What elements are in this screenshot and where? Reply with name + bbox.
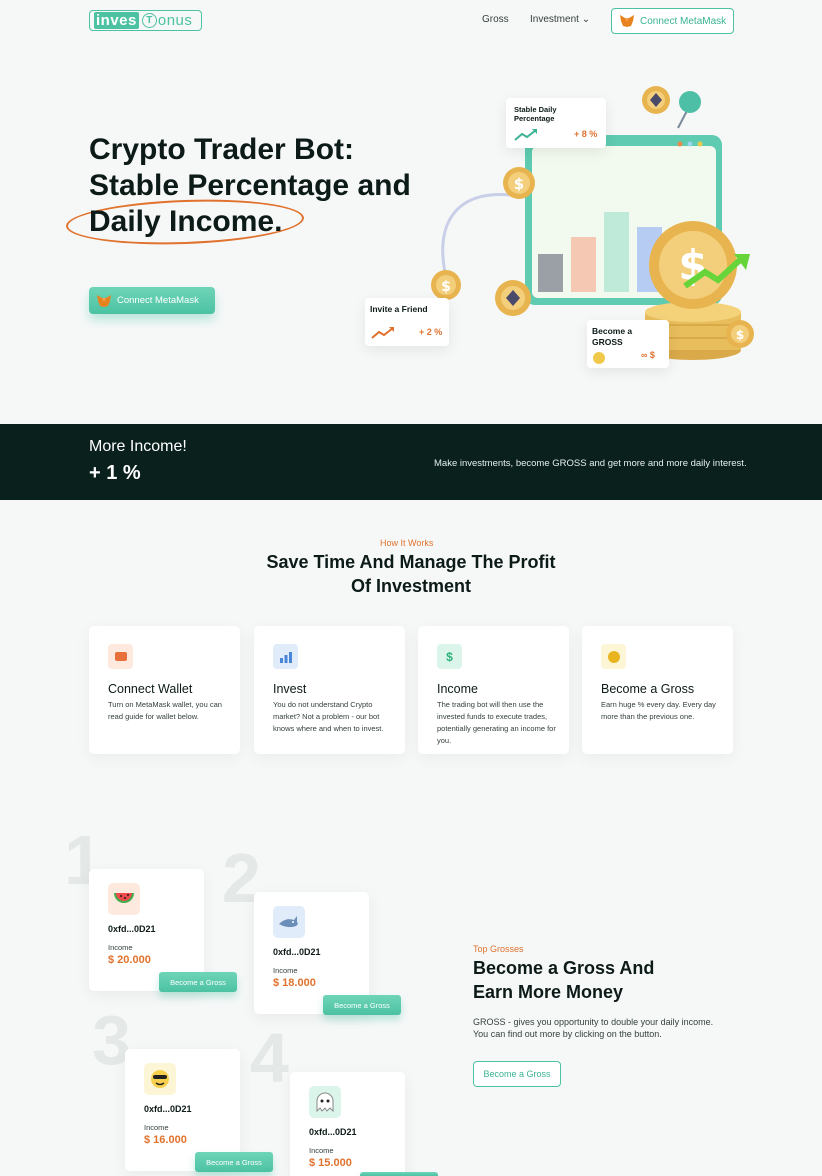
- step-desc: Earn huge % every day. Every day more th…: [601, 700, 716, 721]
- step-desc: Turn on MetaMask wallet, you can read gu…: [108, 700, 222, 721]
- bar-chart-icon: [273, 644, 298, 669]
- become-gross-button-4[interactable]: [360, 1172, 438, 1176]
- how-it-works-kicker: How It Works: [380, 538, 434, 548]
- cool-face-icon: [144, 1063, 176, 1095]
- hero-connect-metamask-button[interactable]: Connect MetaMask: [89, 287, 215, 314]
- how-title-line-1: Save Time And Manage The Profit: [266, 552, 556, 572]
- medal-icon: [593, 352, 605, 364]
- gross-address: 0xfd...0D21: [144, 1104, 192, 1114]
- gross-income-value: $ 15.000: [309, 1157, 352, 1169]
- step-desc: The trading bot will then use the invest…: [437, 700, 556, 745]
- become-gross-button-1[interactable]: Become a Gross: [159, 972, 237, 992]
- step-card-income: $ Income The trading bot will then use t…: [418, 626, 569, 754]
- step-desc: You do not understand Crypto market? Not…: [273, 700, 384, 733]
- step-card-invest: Invest You do not understand Crypto mark…: [254, 626, 405, 754]
- gross-income-value: $ 18.000: [273, 977, 316, 989]
- step-title: Connect Wallet: [108, 682, 193, 696]
- nav-link-investment[interactable]: Investment ⌄: [530, 14, 590, 25]
- become-gross-main-button[interactable]: Become a Gross: [473, 1061, 561, 1087]
- logo-text-left: inves: [94, 12, 139, 29]
- svg-text:$: $: [514, 175, 524, 193]
- gross-address: 0xfd...0D21: [273, 947, 321, 957]
- gross-income-value: $ 20.000: [108, 954, 151, 966]
- step-title: Become a Gross: [601, 682, 695, 696]
- step-title: Invest: [273, 682, 307, 696]
- banner-heading: More Income!: [89, 438, 187, 455]
- svg-text:$: $: [736, 328, 744, 342]
- hero-illustration: $ $ $ $ Stable Daily Percentage + 8 % In…: [360, 80, 780, 380]
- top-title-line-2: Earn More Money: [473, 982, 624, 1002]
- logo-text-right: onus: [157, 12, 193, 29]
- become-gross-card: Become a GROSS ∞ $: [587, 320, 669, 368]
- ghost-icon: [309, 1086, 341, 1118]
- top-grosses-description: GROSS - gives you opportunity to double …: [473, 1017, 714, 1039]
- connect-metamask-label: Connect MetaMask: [640, 15, 727, 27]
- metamask-fox-icon: [620, 15, 634, 27]
- connect-metamask-button[interactable]: Connect MetaMask: [611, 8, 734, 34]
- stable-daily-pct: + 8 %: [574, 129, 598, 139]
- top-title-line-1: Become a Gross And: [473, 958, 655, 978]
- step-card-connect-wallet: Connect Wallet Turn on MetaMask wallet, …: [89, 626, 240, 754]
- hero-connect-metamask-label: Connect MetaMask: [117, 295, 199, 306]
- money-icon: $: [437, 644, 462, 669]
- gross-income-label: Income: [309, 1146, 334, 1155]
- nav-link-investment-label: Investment: [530, 14, 579, 25]
- metamask-fox-icon: [97, 294, 111, 307]
- logo[interactable]: inves T onus: [89, 10, 202, 31]
- trend-up-icon: [514, 129, 537, 141]
- gross-address: 0xfd...0D21: [309, 1127, 357, 1137]
- become-gross-card-value: ∞ $: [641, 350, 655, 360]
- banner-text: Make investments, become GROSS and get m…: [434, 458, 747, 469]
- watermelon-icon: [108, 883, 140, 915]
- rank-number-4: 4: [250, 1019, 289, 1097]
- svg-text:$: $: [441, 279, 451, 295]
- invite-friend-title: Invite a Friend: [370, 304, 428, 314]
- become-gross-button-3[interactable]: Become a Gross: [195, 1152, 273, 1172]
- gross-address: 0xfd...0D21: [108, 924, 156, 934]
- nav-link-gross[interactable]: Gross: [482, 14, 509, 25]
- how-it-works-title: Save Time And Manage The Profit Of Inves…: [211, 550, 611, 598]
- chevron-down-icon: ⌄: [581, 14, 591, 25]
- logo-circle-mark: T: [141, 13, 157, 28]
- step-card-become-gross: Become a Gross Earn huge % every day. Ev…: [582, 626, 733, 754]
- invite-friend-pct: + 2 %: [419, 327, 443, 337]
- gross-card-4: 0xfd...0D21 Income $ 15.000: [290, 1072, 405, 1176]
- step-title: Income: [437, 682, 478, 696]
- become-gross-card-title: Become a GROSS: [592, 326, 633, 347]
- shark-icon: [273, 906, 305, 938]
- become-gross-button-2[interactable]: Become a Gross: [323, 995, 401, 1015]
- top-grosses-title: Become a Gross And Earn More Money: [473, 956, 654, 1004]
- invite-friend-card: Invite a Friend + 2 %: [365, 298, 449, 346]
- banner-value: + 1 %: [89, 462, 141, 484]
- top-navigation: inves T onus Gross Investment ⌄ Connect …: [0, 0, 822, 42]
- income-banner: More Income! + 1 % Make investments, bec…: [0, 424, 822, 500]
- top-grosses-kicker: Top Grosses: [473, 944, 524, 954]
- how-title-line-2: Of Investment: [350, 576, 472, 596]
- gross-income-label: Income: [273, 966, 298, 975]
- gross-income-label: Income: [108, 943, 133, 952]
- stable-daily-title: Stable Daily Percentage: [514, 105, 557, 123]
- medal-icon: [601, 644, 626, 669]
- wallet-icon: [108, 644, 133, 669]
- gross-income-label: Income: [144, 1123, 169, 1132]
- stable-daily-card: Stable Daily Percentage + 8 %: [506, 98, 606, 148]
- trend-up-icon: [371, 327, 394, 339]
- gross-income-value: $ 16.000: [144, 1134, 187, 1146]
